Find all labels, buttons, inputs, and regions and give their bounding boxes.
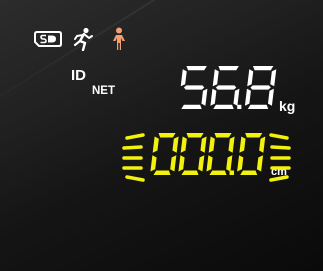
digit-2 — [244, 66, 277, 109]
segment-display — [122, 66, 291, 182]
scale-lcd-display: ID NET kg cm — [0, 0, 323, 271]
digit-1 — [178, 133, 207, 175]
flash-mark — [270, 145, 291, 150]
segment-e — [244, 88, 251, 106]
segment-a — [218, 66, 239, 71]
segment-b — [172, 136, 179, 153]
segment-g — [215, 85, 237, 90]
segment-d — [181, 104, 202, 109]
segment-a — [186, 133, 204, 138]
segment-f — [212, 69, 219, 87]
segment-e — [178, 155, 185, 172]
flash-mark — [269, 133, 289, 140]
segment-a — [214, 133, 232, 138]
segment-b — [200, 136, 207, 153]
segment-e — [237, 155, 244, 172]
segment-f — [180, 136, 187, 153]
segment-f — [208, 136, 215, 153]
segment-e — [206, 155, 213, 172]
segment-a — [252, 66, 274, 71]
segment-c — [233, 88, 240, 106]
segment-c — [170, 155, 177, 172]
flash-mark — [125, 133, 145, 140]
segment-c — [226, 155, 233, 172]
segment-c — [267, 88, 274, 106]
segment-d — [181, 170, 199, 175]
segment-d — [247, 104, 269, 109]
segment-c — [198, 155, 205, 172]
height-reading — [150, 133, 266, 175]
decimal-point — [237, 104, 242, 109]
segment-d — [240, 170, 258, 175]
digit-3 — [237, 133, 266, 175]
flash-mark — [269, 175, 289, 182]
segment-g — [250, 85, 271, 90]
flash-mark — [125, 175, 145, 182]
segment-b — [228, 136, 235, 153]
segment-d — [209, 170, 227, 175]
segment-f — [239, 136, 246, 153]
flash-mark — [122, 145, 143, 150]
segment-b — [259, 136, 266, 153]
segment-g — [183, 85, 205, 90]
segment-a — [245, 133, 263, 138]
segment-e — [150, 155, 157, 172]
segment-d — [153, 170, 171, 175]
segment-a — [158, 133, 176, 138]
digit-1 — [210, 66, 240, 109]
digit-2 — [206, 133, 235, 175]
digit-0 — [180, 66, 208, 109]
weight-reading — [180, 66, 277, 109]
decimal-point — [229, 170, 235, 175]
segment-b — [270, 69, 277, 87]
segment-f — [247, 69, 254, 87]
segment-e — [210, 88, 217, 106]
segment-f — [180, 69, 187, 87]
segment-d — [213, 104, 234, 109]
segment-a — [186, 66, 207, 71]
segment-c — [256, 155, 264, 172]
segment-f — [152, 136, 159, 153]
segment-c — [201, 88, 208, 106]
digit-0 — [150, 133, 179, 175]
